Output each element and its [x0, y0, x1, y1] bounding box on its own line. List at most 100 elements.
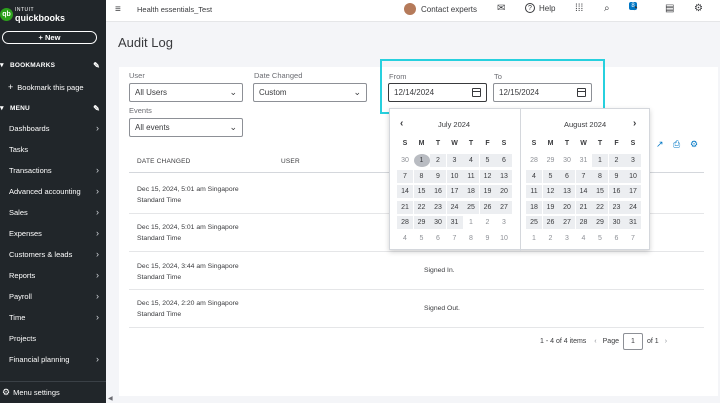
calendar-day[interactable]: 1: [413, 154, 430, 167]
user-filter-select[interactable]: All Users ⌄: [129, 83, 243, 102]
calendar-day[interactable]: 2: [430, 154, 446, 167]
settings-gear-icon[interactable]: ⚙: [694, 3, 703, 14]
calendar-day[interactable]: 3: [625, 154, 641, 167]
sidebar-item-reports[interactable]: Reports ›: [9, 268, 103, 282]
calendar-day[interactable]: 11: [526, 185, 542, 198]
calendar-day[interactable]: 19: [542, 200, 559, 214]
calendar-day[interactable]: 18: [463, 185, 479, 198]
calendar-day[interactable]: 29: [592, 216, 608, 229]
calendar-day[interactable]: 3: [559, 232, 575, 245]
calendar-day[interactable]: 30: [397, 154, 413, 167]
quickbooks-logo[interactable]: qb INTUIT quickbooks: [0, 4, 65, 24]
sidebar-item-dashboards[interactable]: Dashboards ›: [9, 121, 103, 135]
bookmarks-section-header[interactable]: ▾ BOOKMARKS ✎: [0, 59, 106, 71]
calendar-day[interactable]: 9: [480, 232, 496, 245]
sidebar-item-customers-leads[interactable]: Customers & leads ›: [9, 247, 103, 261]
column-header-date-changed[interactable]: DATE CHANGED: [137, 158, 191, 165]
calendar-day[interactable]: 13: [559, 185, 575, 198]
calendar-day[interactable]: 30: [430, 216, 446, 229]
column-header-user[interactable]: USER: [281, 158, 300, 165]
bookmark-this-page[interactable]: + Bookmark this page: [8, 82, 84, 92]
calendar-day[interactable]: 15: [592, 185, 608, 198]
calendar-day[interactable]: 1: [463, 216, 479, 229]
calendar-day[interactable]: 29: [413, 216, 430, 229]
calendar-day[interactable]: 24: [446, 200, 463, 214]
calendar-day[interactable]: 5: [592, 232, 608, 245]
previous-page-icon[interactable]: ‹: [594, 338, 596, 345]
notifications-bell-icon[interactable]: ◔: [632, 3, 638, 14]
calendar-day[interactable]: 3: [496, 216, 512, 229]
calendar-day[interactable]: 7: [575, 169, 592, 183]
sidebar-item-transactions[interactable]: Transactions ›: [9, 163, 103, 177]
feedback-icon[interactable]: ✉: [497, 3, 505, 14]
calendar-day[interactable]: 31: [446, 216, 463, 229]
calendar-day[interactable]: 16: [608, 185, 625, 198]
calendar-day[interactable]: 11: [463, 169, 479, 183]
edit-menu-icon[interactable]: ✎: [93, 104, 100, 113]
sidebar-item-projects[interactable]: Projects: [9, 331, 103, 345]
calendar-day[interactable]: 21: [397, 200, 413, 214]
calendar-day[interactable]: 2: [480, 216, 496, 229]
calendar-day[interactable]: 20: [559, 200, 575, 214]
calendar-day[interactable]: 2: [608, 154, 625, 167]
calendar-day[interactable]: 30: [608, 216, 625, 229]
date-changed-select[interactable]: Custom ⌄: [253, 83, 367, 102]
calendar-day[interactable]: 21: [575, 200, 592, 214]
calendar-day[interactable]: 1: [592, 154, 608, 167]
calendar-day[interactable]: 8: [413, 169, 430, 183]
help-button[interactable]: ? Help: [525, 3, 555, 13]
calendar-day[interactable]: 28: [575, 216, 592, 229]
calendar-day[interactable]: 26: [479, 200, 496, 214]
calendar-day[interactable]: 5: [479, 154, 496, 167]
calendar-day[interactable]: 7: [447, 232, 463, 245]
calendar-day[interactable]: 12: [542, 185, 559, 198]
calendar-day[interactable]: 19: [479, 185, 496, 198]
settings-icon[interactable]: ⚙: [690, 139, 698, 150]
sidebar-item-financial-planning[interactable]: Financial planning ›: [9, 352, 103, 366]
sidebar-item-time[interactable]: Time ›: [9, 310, 103, 324]
calendar-day[interactable]: 4: [526, 169, 542, 183]
calendar-day[interactable]: 23: [430, 200, 446, 214]
calendar-day[interactable]: 16: [430, 185, 446, 198]
calendar-day[interactable]: 31: [576, 154, 592, 167]
calendar-day[interactable]: 6: [496, 154, 512, 167]
tasks-clipboard-icon[interactable]: ▤: [665, 3, 674, 14]
page-number-input[interactable]: 1: [623, 333, 643, 350]
edit-bookmarks-icon[interactable]: ✎: [93, 61, 100, 70]
apps-grid-icon[interactable]: ⁞⁞⁞: [575, 3, 583, 14]
calendar-day[interactable]: 8: [463, 232, 479, 245]
calendar-day[interactable]: 17: [446, 185, 463, 198]
events-filter-select[interactable]: All events ⌄: [129, 118, 243, 137]
calendar-day[interactable]: 26: [542, 216, 559, 229]
calendar-day[interactable]: 28: [526, 154, 542, 167]
calendar-day[interactable]: 28: [397, 216, 413, 229]
horizontal-scrollbar[interactable]: ◀: [106, 396, 720, 403]
calendar-day[interactable]: 15: [413, 185, 430, 198]
calendar-day[interactable]: 9: [430, 169, 446, 183]
calendar-day[interactable]: 31: [625, 216, 641, 229]
search-icon[interactable]: ⌕: [604, 3, 610, 14]
previous-month-icon[interactable]: ‹: [400, 118, 403, 129]
calendar-day[interactable]: 4: [576, 232, 592, 245]
calendar-day[interactable]: 1: [526, 232, 542, 245]
calendar-day[interactable]: 17: [625, 185, 641, 198]
calendar-day[interactable]: 7: [397, 169, 413, 183]
sidebar-item-sales[interactable]: Sales ›: [9, 205, 103, 219]
calendar-day[interactable]: 30: [559, 154, 575, 167]
next-page-icon[interactable]: ›: [665, 338, 667, 345]
calendar-day[interactable]: 22: [413, 200, 430, 214]
menu-section-header[interactable]: ▾ MENU ✎: [0, 102, 106, 114]
new-button[interactable]: + New: [2, 31, 97, 44]
hamburger-menu-icon[interactable]: ≡: [115, 4, 121, 15]
print-icon[interactable]: ⎙: [673, 139, 680, 150]
export-icon[interactable]: ↗: [656, 139, 664, 150]
calendar-day[interactable]: 20: [496, 185, 512, 198]
calendar-day[interactable]: 27: [496, 200, 512, 214]
calendar-day[interactable]: 10: [625, 169, 641, 183]
calendar-day[interactable]: 25: [463, 200, 479, 214]
calendar-day[interactable]: 27: [559, 216, 575, 229]
calendar-day[interactable]: 18: [526, 200, 542, 214]
sidebar-item-payroll[interactable]: Payroll ›: [9, 289, 103, 303]
calendar-day[interactable]: 2: [543, 232, 559, 245]
calendar-day[interactable]: 4: [463, 154, 479, 167]
